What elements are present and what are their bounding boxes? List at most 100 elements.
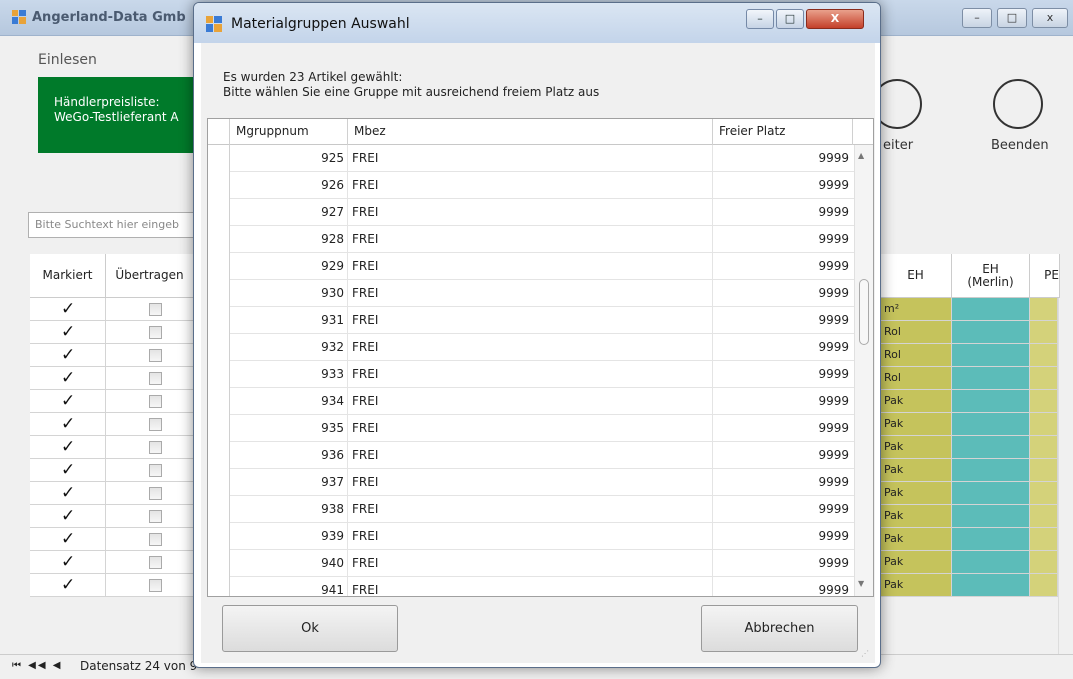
eh-merlin-cell[interactable] <box>952 574 1030 597</box>
row-header[interactable] <box>208 415 230 442</box>
table-row[interactable]: 934 FREI 9999 <box>208 388 854 415</box>
eh-cell[interactable]: Pak <box>880 528 952 551</box>
markiert-checkbox[interactable]: ✓ <box>61 439 77 456</box>
pe-cell[interactable] <box>1030 459 1058 482</box>
uebertragen-checkbox[interactable] <box>149 464 162 477</box>
uebertragen-checkbox[interactable] <box>149 303 162 316</box>
markiert-checkbox[interactable]: ✓ <box>61 531 77 548</box>
table-row[interactable]: 935 FREI 9999 <box>208 415 854 442</box>
table-row[interactable]: 937 FREI 9999 <box>208 469 854 496</box>
row-header[interactable] <box>208 442 230 469</box>
table-row[interactable]: 941 FREI 9999 <box>208 577 854 596</box>
column-header-eh[interactable]: EH <box>880 254 952 298</box>
uebertragen-checkbox[interactable] <box>149 556 162 569</box>
row-header[interactable] <box>208 172 230 199</box>
pe-cell[interactable] <box>1030 413 1058 436</box>
column-header-freier-platz[interactable]: Freier Platz <box>713 119 853 145</box>
uebertragen-checkbox[interactable] <box>149 579 162 592</box>
main-close-button[interactable]: x <box>1032 8 1068 28</box>
uebertragen-checkbox[interactable] <box>149 510 162 523</box>
beenden-circle-icon[interactable] <box>993 79 1043 129</box>
markiert-checkbox[interactable]: ✓ <box>61 324 77 341</box>
eh-cell[interactable]: Pak <box>880 459 952 482</box>
uebertragen-checkbox[interactable] <box>149 533 162 546</box>
uebertragen-checkbox[interactable] <box>149 487 162 500</box>
markiert-checkbox[interactable]: ✓ <box>61 554 77 571</box>
abbrechen-button[interactable]: Abbrechen <box>701 605 858 652</box>
uebertragen-checkbox[interactable] <box>149 441 162 454</box>
pe-cell[interactable] <box>1030 321 1058 344</box>
haendler-preisliste-tile[interactable]: Händlerpreisliste: WeGo-Testlieferant A <box>38 77 206 153</box>
row-header[interactable] <box>208 253 230 280</box>
eh-cell[interactable]: Pak <box>880 551 952 574</box>
pe-cell[interactable] <box>1030 528 1058 551</box>
pe-cell[interactable] <box>1030 367 1058 390</box>
eh-merlin-cell[interactable] <box>952 505 1030 528</box>
row-header[interactable] <box>208 577 230 596</box>
uebertragen-checkbox[interactable] <box>149 395 162 408</box>
scroll-up-arrow-icon[interactable]: ▲ <box>858 151 864 160</box>
markiert-checkbox[interactable]: ✓ <box>61 416 77 433</box>
row-header[interactable] <box>208 388 230 415</box>
resize-grip-icon[interactable]: ⋰ <box>861 649 873 661</box>
column-header-mbez[interactable]: Mbez <box>348 119 713 145</box>
table-row[interactable]: 932 FREI 9999 <box>208 334 854 361</box>
row-header[interactable] <box>208 334 230 361</box>
articles-grid-scrollbar[interactable] <box>1058 298 1073 654</box>
markiert-checkbox[interactable]: ✓ <box>61 577 77 594</box>
eh-cell[interactable]: Pak <box>880 413 952 436</box>
row-header[interactable] <box>208 469 230 496</box>
table-row[interactable]: 939 FREI 9999 <box>208 523 854 550</box>
uebertragen-checkbox[interactable] <box>149 349 162 362</box>
eh-merlin-cell[interactable] <box>952 482 1030 505</box>
markiert-checkbox[interactable]: ✓ <box>61 485 77 502</box>
eh-cell[interactable]: Pak <box>880 436 952 459</box>
grid-scroll-thumb[interactable] <box>859 278 869 345</box>
uebertragen-checkbox[interactable] <box>149 418 162 431</box>
eh-merlin-cell[interactable] <box>952 551 1030 574</box>
eh-cell[interactable]: Rol <box>880 321 952 344</box>
eh-merlin-cell[interactable] <box>952 367 1030 390</box>
row-header[interactable] <box>208 361 230 388</box>
uebertragen-checkbox[interactable] <box>149 372 162 385</box>
row-header[interactable] <box>208 226 230 253</box>
markiert-checkbox[interactable]: ✓ <box>61 508 77 525</box>
table-row[interactable]: 925 FREI 9999 <box>208 145 854 172</box>
dialog-maximize-button[interactable]: □ <box>776 9 804 29</box>
eh-merlin-cell[interactable] <box>952 459 1030 482</box>
markiert-checkbox[interactable]: ✓ <box>61 347 77 364</box>
pe-cell[interactable] <box>1030 574 1058 597</box>
table-row[interactable]: 926 FREI 9999 <box>208 172 854 199</box>
table-row[interactable]: 927 FREI 9999 <box>208 199 854 226</box>
pe-cell[interactable] <box>1030 551 1058 574</box>
column-header-uebertragen[interactable]: Übertragen <box>106 254 194 298</box>
dialog-minimize-button[interactable]: – <box>746 9 774 29</box>
dialog-close-button[interactable]: X <box>806 9 864 29</box>
table-row[interactable]: 936 FREI 9999 <box>208 442 854 469</box>
markiert-checkbox[interactable]: ✓ <box>61 301 77 318</box>
row-header[interactable] <box>208 307 230 334</box>
eh-cell[interactable]: Pak <box>880 505 952 528</box>
markiert-checkbox[interactable]: ✓ <box>61 462 77 479</box>
eh-merlin-cell[interactable] <box>952 436 1030 459</box>
table-row[interactable]: 933 FREI 9999 <box>208 361 854 388</box>
table-row[interactable]: 938 FREI 9999 <box>208 496 854 523</box>
eh-cell[interactable]: Pak <box>880 482 952 505</box>
eh-merlin-cell[interactable] <box>952 344 1030 367</box>
pe-cell[interactable] <box>1030 505 1058 528</box>
column-header-mgruppnum[interactable]: Mgruppnum <box>230 119 348 145</box>
table-row[interactable]: 930 FREI 9999 <box>208 280 854 307</box>
grid-scrollbar[interactable]: ▲ ▼ <box>854 145 873 596</box>
row-header[interactable] <box>208 280 230 307</box>
column-header-eh-merlin[interactable]: EH (Merlin) <box>952 254 1030 298</box>
main-maximize-button[interactable]: □ <box>997 8 1027 28</box>
pe-cell[interactable] <box>1030 390 1058 413</box>
eh-cell[interactable]: m² <box>880 298 952 321</box>
table-row[interactable]: 928 FREI 9999 <box>208 226 854 253</box>
eh-merlin-cell[interactable] <box>952 321 1030 344</box>
row-header[interactable] <box>208 496 230 523</box>
record-nav-first-prev-buttons[interactable]: ⏮ ◀◀ ◀ <box>12 660 62 671</box>
table-row[interactable]: 940 FREI 9999 <box>208 550 854 577</box>
eh-merlin-cell[interactable] <box>952 528 1030 551</box>
markiert-checkbox[interactable]: ✓ <box>61 393 77 410</box>
